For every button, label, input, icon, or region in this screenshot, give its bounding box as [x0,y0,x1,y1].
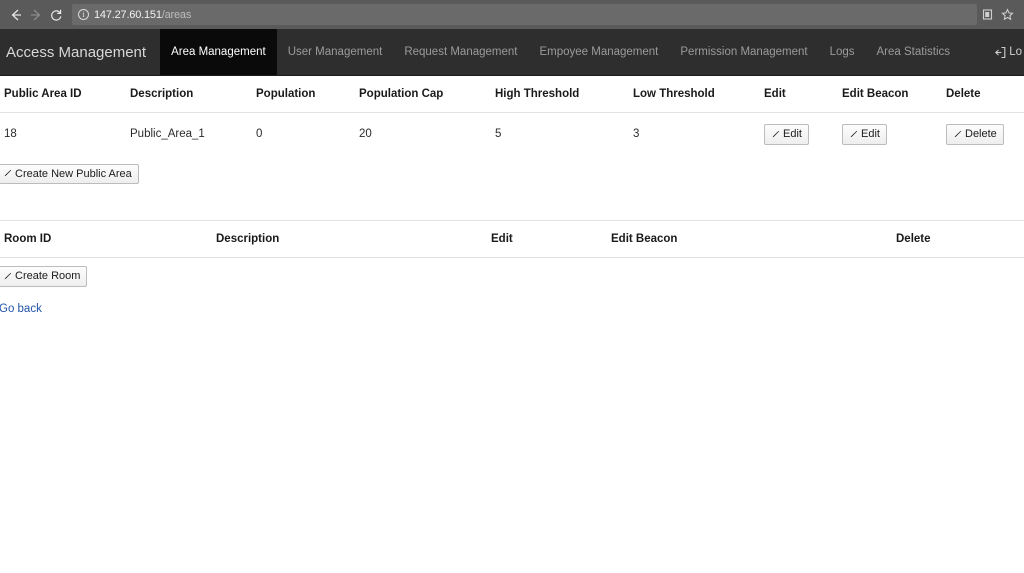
nav-item-permission-management[interactable]: Permission Management [669,29,818,75]
col-room-delete: Delete [892,220,1024,259]
create-public-area-row: Create New Public Area [0,156,1024,185]
col-delete: Delete [942,76,1024,113]
url-path: /areas [161,8,192,21]
delete-button-label: Delete [965,128,997,140]
create-room-button[interactable]: Create Room [0,266,88,287]
cell-edit-beacon: Edit [838,113,942,156]
pencil-icon [3,169,12,178]
col-high-threshold: High Threshold [491,76,629,113]
go-back-link[interactable]: Go back [0,303,42,315]
col-description: Description [126,76,252,113]
pencil-icon [771,130,780,139]
nav-item-request-management[interactable]: Request Management [393,29,528,75]
nav-item-area-management[interactable]: Area Management [160,29,277,75]
nav-items: Area Management User Management Request … [160,29,961,75]
create-new-public-area-label: Create New Public Area [15,167,132,180]
cell-description: Public_Area_1 [130,128,205,141]
edit-button-label: Edit [783,128,802,140]
col-population: Population [252,76,355,113]
col-room-id: Room ID [0,220,212,259]
edit-button[interactable]: Edit [764,124,809,145]
pencil-icon [953,130,962,139]
nav-item-employee-management[interactable]: Empoyee Management [528,29,669,75]
col-room-edit: Edit [487,220,607,259]
table-row: 18 Public_Area_1 0 20 5 3 Edit Edit Dele… [0,113,1024,156]
logout-button[interactable]: Lo [994,29,1024,75]
logout-icon [994,46,1007,59]
brand-title[interactable]: Access Management [0,29,160,75]
star-icon[interactable] [1001,8,1014,21]
toolbar-actions [981,8,1018,21]
address-bar[interactable]: i 147.27.60.151/areas [72,4,977,25]
nav-item-user-management[interactable]: User Management [277,29,394,75]
nav-item-area-statistics[interactable]: Area Statistics [866,29,962,75]
col-edit: Edit [760,76,838,113]
cell-population-cap: 20 [359,128,372,141]
table-header-row: Room ID Description Edit Edit Beacon Del… [0,220,1024,259]
public-area-table: Public Area ID Description Population Po… [0,76,1024,156]
create-room-label: Create Room [15,270,81,283]
app-navbar: Access Management Area Management User M… [0,29,1024,76]
back-arrow-icon[interactable] [6,5,26,25]
room-table: Room ID Description Edit Edit Beacon Del… [0,220,1024,259]
col-population-cap: Population Cap [355,76,491,113]
pencil-icon [849,130,858,139]
col-public-area-id: Public Area ID [0,76,126,113]
reload-icon[interactable] [46,5,66,25]
edit-beacon-button[interactable]: Edit [842,124,887,145]
forward-arrow-icon[interactable] [26,5,46,25]
cell-low-threshold: 3 [633,128,640,141]
cast-icon[interactable] [981,8,994,21]
edit-beacon-button-label: Edit [861,128,880,140]
cell-delete: Delete [942,113,1024,156]
info-icon[interactable]: i [78,9,89,20]
delete-button[interactable]: Delete [946,124,1004,145]
pencil-icon [3,272,12,281]
col-room-edit-beacon: Edit Beacon [607,220,892,259]
col-low-threshold: Low Threshold [629,76,760,113]
cell-edit: Edit [760,113,838,156]
create-room-row: Create Room [0,258,1024,287]
logout-label: Lo [1009,46,1022,58]
table-header-row: Public Area ID Description Population Po… [0,76,1024,113]
url-host: 147.27.60.151 [94,8,162,21]
nav-item-logs[interactable]: Logs [819,29,866,75]
col-room-description: Description [212,220,487,259]
browser-toolbar: i 147.27.60.151/areas [0,0,1024,29]
create-new-public-area-button[interactable]: Create New Public Area [0,163,139,185]
cell-population: 0 [256,128,263,141]
cell-high-threshold: 5 [495,128,502,141]
page-content: Public Area ID Description Population Po… [0,76,1024,317]
col-edit-beacon: Edit Beacon [838,76,942,113]
cell-public-area-id: 18 [4,128,17,141]
